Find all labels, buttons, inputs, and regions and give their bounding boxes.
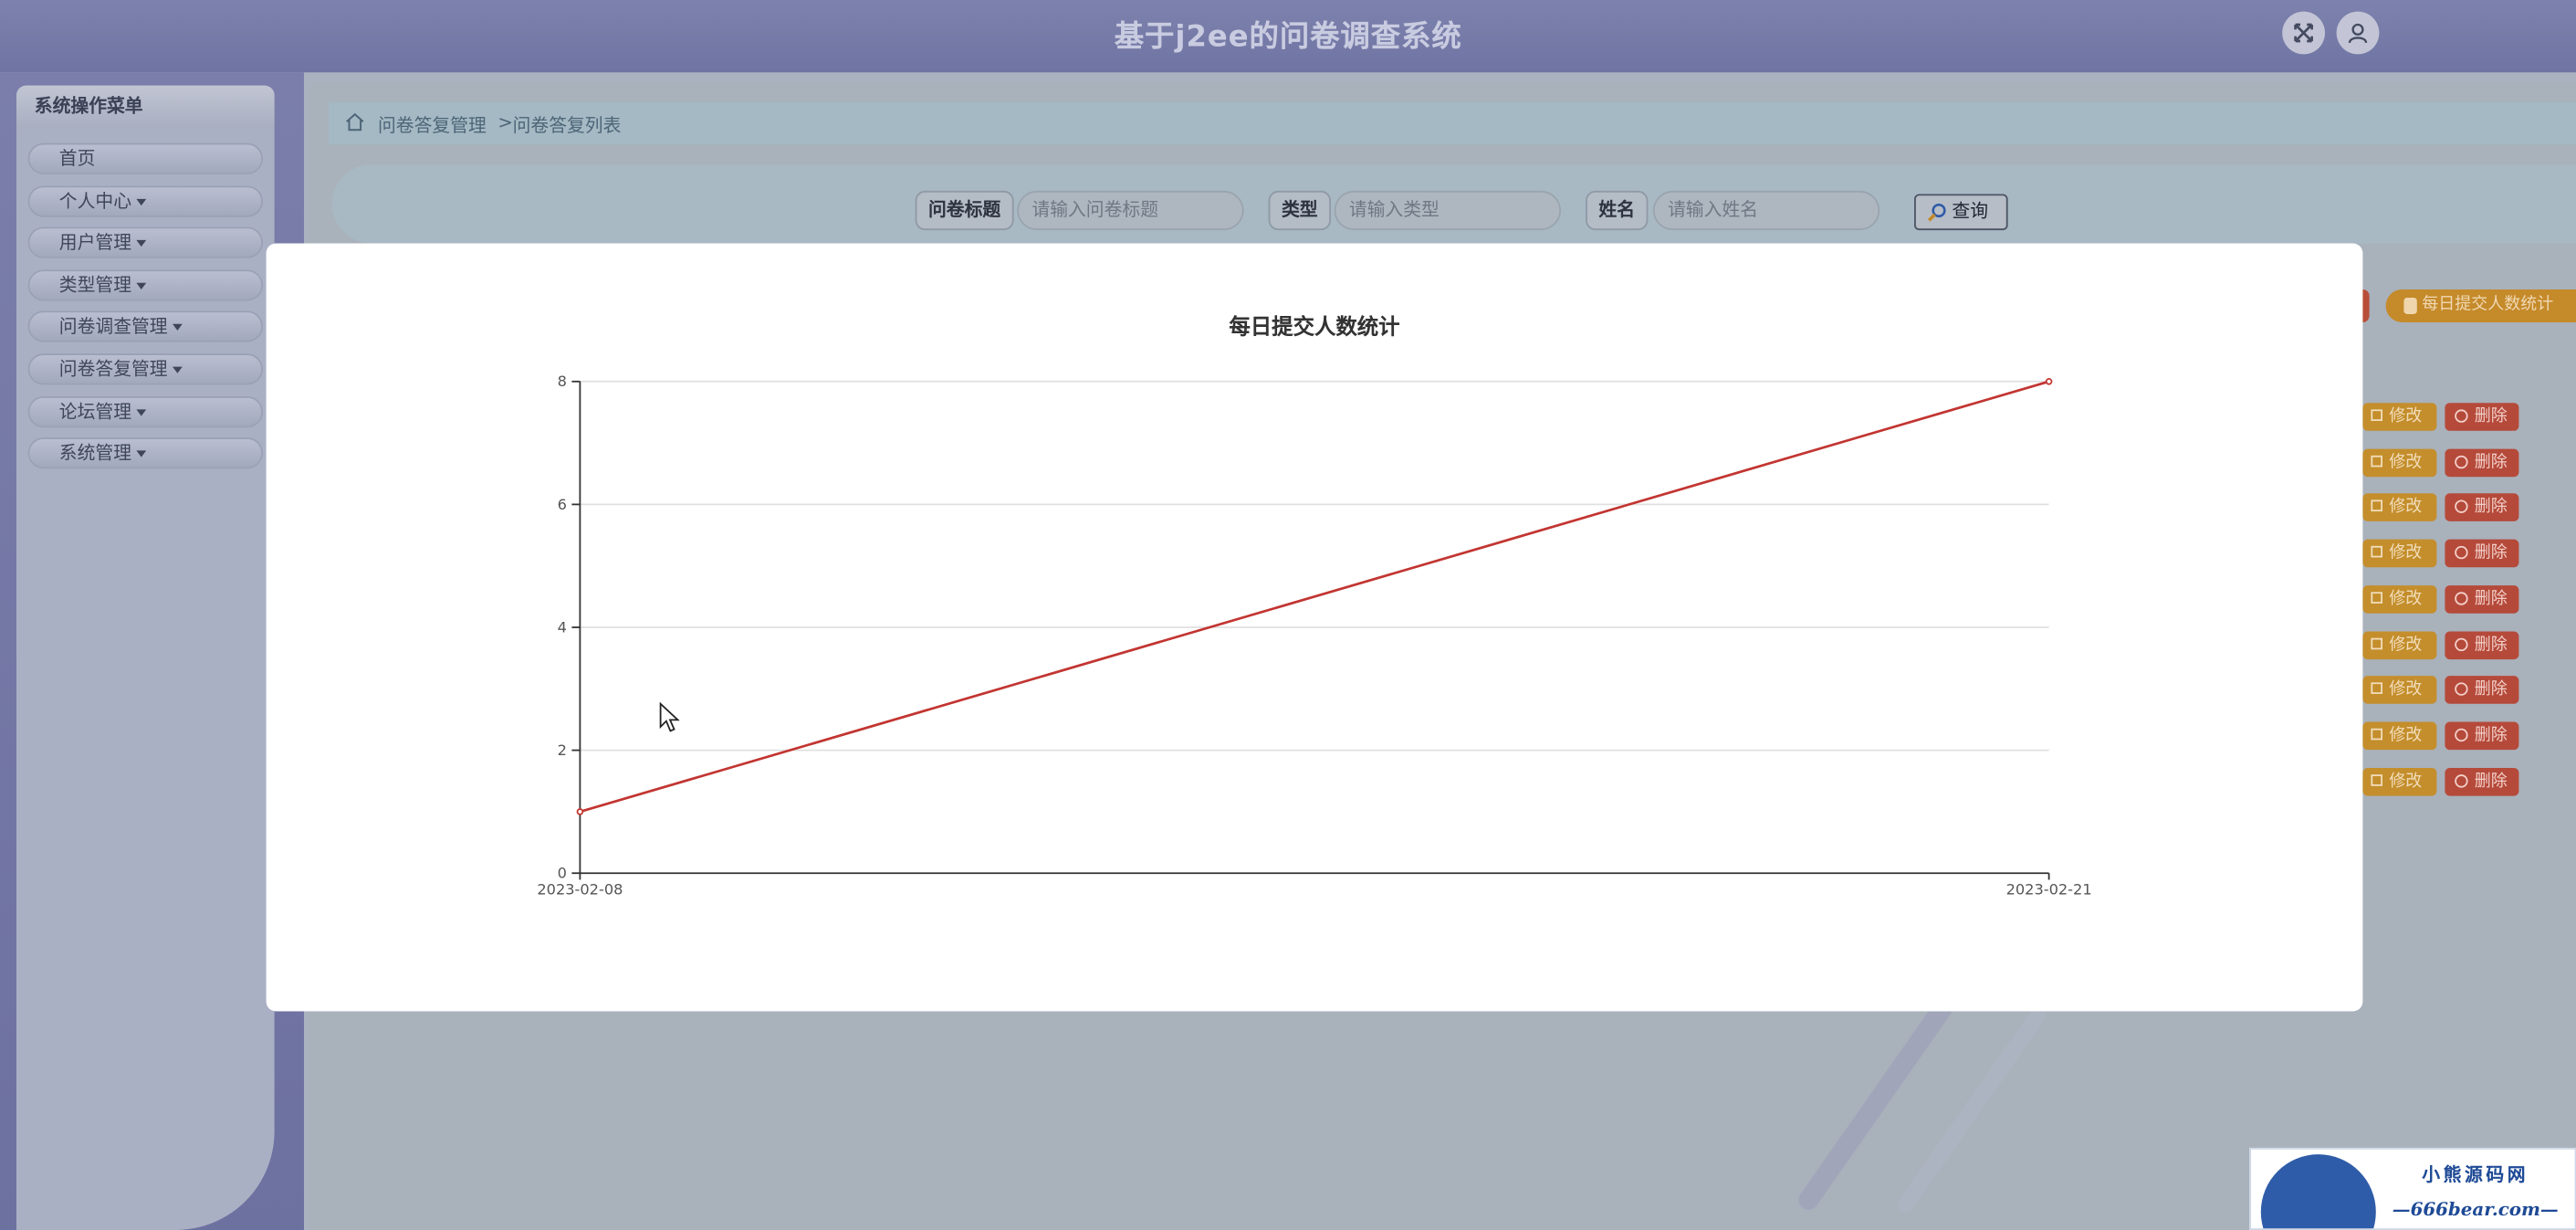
delete-button[interactable]: 删除 bbox=[2445, 403, 2519, 431]
caret-down-icon bbox=[173, 366, 183, 373]
y-tick-label: 0 bbox=[558, 865, 567, 882]
app-title: 基于j2ee的问卷调查系统 bbox=[1114, 19, 1462, 55]
mouse-cursor-icon bbox=[659, 701, 680, 732]
edit-button[interactable]: 修改 bbox=[2362, 493, 2437, 522]
edit-button[interactable]: 修改 bbox=[2362, 539, 2437, 568]
x-tick-label: 2023-02-21 bbox=[2006, 881, 2092, 899]
sidebar-item-reply-management[interactable]: 问卷答复管理 bbox=[27, 353, 263, 385]
edit-button[interactable]: 修改 bbox=[2362, 630, 2437, 659]
y-tick-label: 8 bbox=[558, 373, 567, 390]
sidebar-item-user-management[interactable]: 用户管理 bbox=[27, 226, 263, 258]
user-icon[interactable] bbox=[2336, 11, 2380, 55]
caret-down-icon bbox=[136, 450, 147, 457]
edit-button[interactable]: 修改 bbox=[2362, 584, 2437, 614]
daily-stats-button[interactable]: 每日提交人数统计 bbox=[2385, 289, 2576, 322]
breadcrumb-separator: > bbox=[497, 111, 513, 133]
type-search-input[interactable]: 请输入类型 bbox=[1334, 190, 1561, 231]
fullscreen-icon[interactable] bbox=[2282, 11, 2325, 55]
edit-button[interactable]: 修改 bbox=[2362, 767, 2437, 795]
caret-down-icon bbox=[136, 282, 147, 289]
caret-down-icon bbox=[136, 198, 147, 206]
delete-button[interactable]: 删除 bbox=[2445, 584, 2519, 614]
edit-button[interactable]: 修改 bbox=[2362, 403, 2437, 431]
edit-button[interactable]: 修改 bbox=[2362, 448, 2437, 477]
delete-button[interactable]: 删除 bbox=[2445, 721, 2519, 750]
stats-modal: 每日提交人数统计 0 2 4 6 8 2023-02-08 2023-02-21 bbox=[266, 243, 2363, 1012]
database-icon bbox=[2403, 297, 2417, 314]
delete-button[interactable]: 删除 bbox=[2445, 493, 2519, 522]
sidebar-item-type-management[interactable]: 类型管理 bbox=[27, 269, 263, 301]
bear-logo-icon bbox=[2260, 1154, 2376, 1229]
delete-button[interactable]: 删除 bbox=[2445, 539, 2519, 568]
delete-button[interactable]: 删除 bbox=[2445, 676, 2519, 705]
watermark-url: —666bear.com— bbox=[2392, 1198, 2559, 1221]
data-point bbox=[2045, 378, 2053, 385]
sidebar-item-system-management[interactable]: 系统管理 bbox=[27, 437, 263, 469]
watermark-title: 小熊源码网 bbox=[2422, 1163, 2529, 1186]
search-icon bbox=[1927, 203, 1946, 222]
edit-button[interactable]: 修改 bbox=[2362, 721, 2437, 750]
top-bar: 基于j2ee的问卷调查系统 bbox=[0, 0, 2576, 73]
title-search-label: 问卷标题 bbox=[915, 190, 1014, 231]
caret-down-icon bbox=[136, 409, 147, 416]
y-tick-label: 2 bbox=[558, 741, 567, 759]
sidebar-item-home[interactable]: 首页 bbox=[27, 142, 263, 174]
y-tick-label: 6 bbox=[558, 496, 567, 513]
series-line bbox=[580, 380, 2049, 814]
x-tick-label: 2023-02-08 bbox=[537, 881, 623, 899]
name-search-input[interactable]: 请输入姓名 bbox=[1652, 190, 1880, 231]
sidebar-item-personal-center[interactable]: 个人中心 bbox=[27, 185, 263, 217]
sidebar-title: 系统操作菜单 bbox=[16, 85, 275, 129]
watermark: 小熊源码网 —666bear.com— bbox=[2249, 1147, 2576, 1230]
caret-down-icon bbox=[173, 323, 183, 331]
title-search-input[interactable]: 请输入问卷标题 bbox=[1017, 190, 1244, 231]
caret-down-icon bbox=[136, 239, 147, 247]
line-chart: 0 2 4 6 8 2023-02-08 2023-02-21 bbox=[537, 373, 2092, 899]
breadcrumb: 问卷答复管理 > 问卷答复列表 bbox=[329, 101, 2576, 145]
sidebar-item-survey-management[interactable]: 问卷调查管理 bbox=[27, 310, 263, 342]
edit-button[interactable]: 修改 bbox=[2362, 676, 2437, 705]
home-icon bbox=[346, 112, 364, 131]
type-search-label: 类型 bbox=[1268, 190, 1331, 231]
name-search-label: 姓名 bbox=[1586, 190, 1649, 231]
sidebar-item-forum-management[interactable]: 论坛管理 bbox=[27, 395, 263, 428]
breadcrumb-section[interactable]: 问卷答复管理 bbox=[378, 111, 487, 138]
delete-button[interactable]: 删除 bbox=[2445, 767, 2519, 795]
query-button[interactable]: 查询 bbox=[1914, 194, 2008, 231]
data-point bbox=[576, 808, 584, 815]
delete-button[interactable]: 删除 bbox=[2445, 630, 2519, 659]
y-tick-label: 4 bbox=[558, 618, 567, 636]
delete-button[interactable]: 删除 bbox=[2445, 448, 2519, 477]
breadcrumb-page: 问卷答复列表 bbox=[512, 115, 622, 137]
